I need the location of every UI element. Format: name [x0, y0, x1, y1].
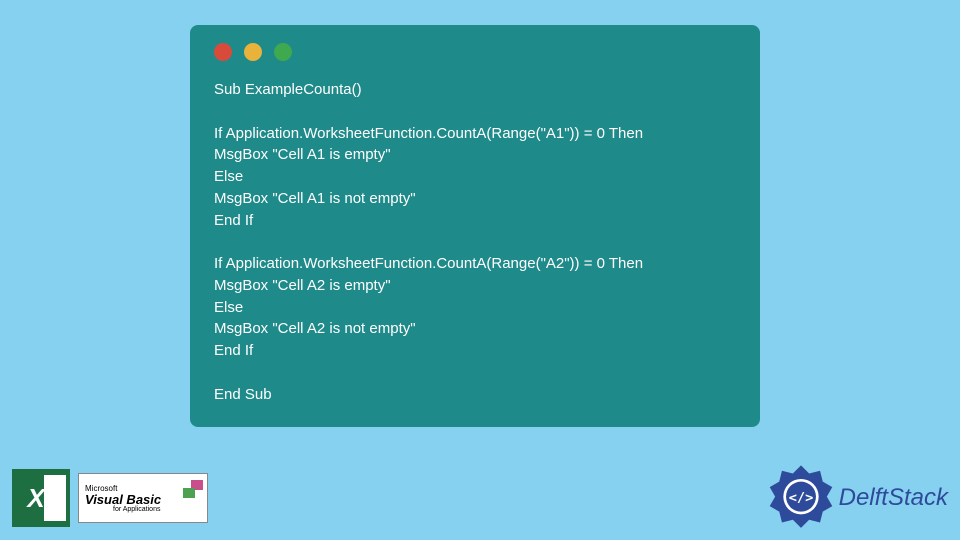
cubes-icon	[175, 480, 203, 500]
code-line: MsgBox "Cell A2 is empty"	[214, 277, 391, 294]
left-logo-group: X Microsoft Visual Basic for Application…	[12, 469, 208, 527]
code-line: MsgBox "Cell A2 is not empty"	[214, 320, 416, 337]
excel-logo-icon: X	[12, 469, 70, 527]
code-window: Sub ExampleCounta() If Application.Works…	[190, 25, 760, 427]
vb-main-label: Visual Basic	[85, 493, 161, 506]
code-line: Else	[214, 299, 243, 316]
footer: X Microsoft Visual Basic for Application…	[0, 464, 960, 532]
maximize-icon[interactable]	[274, 43, 292, 61]
visual-basic-logo-icon: Microsoft Visual Basic for Applications	[78, 473, 208, 523]
code-line: End If	[214, 212, 253, 229]
excel-letter: X	[27, 483, 44, 514]
minimize-icon[interactable]	[244, 43, 262, 61]
code-line: Sub ExampleCounta()	[214, 81, 362, 98]
delftstack-label: DelftStack	[839, 484, 948, 512]
window-controls	[214, 43, 736, 61]
code-line: End If	[214, 342, 253, 359]
code-line: Else	[214, 168, 243, 185]
code-line: If Application.WorksheetFunction.CountA(…	[214, 125, 643, 142]
code-line: If Application.WorksheetFunction.CountA(…	[214, 255, 643, 272]
close-icon[interactable]	[214, 43, 232, 61]
svg-text:</>: </>	[788, 490, 813, 506]
vb-sub-label: for Applications	[113, 506, 160, 513]
code-line: End Sub	[214, 386, 272, 403]
code-block: Sub ExampleCounta() If Application.Works…	[214, 79, 736, 405]
code-line: MsgBox "Cell A1 is empty"	[214, 146, 391, 163]
code-line: MsgBox "Cell A1 is not empty"	[214, 190, 416, 207]
gear-icon: </>	[767, 464, 835, 532]
delftstack-logo: </> DelftStack	[767, 464, 948, 532]
